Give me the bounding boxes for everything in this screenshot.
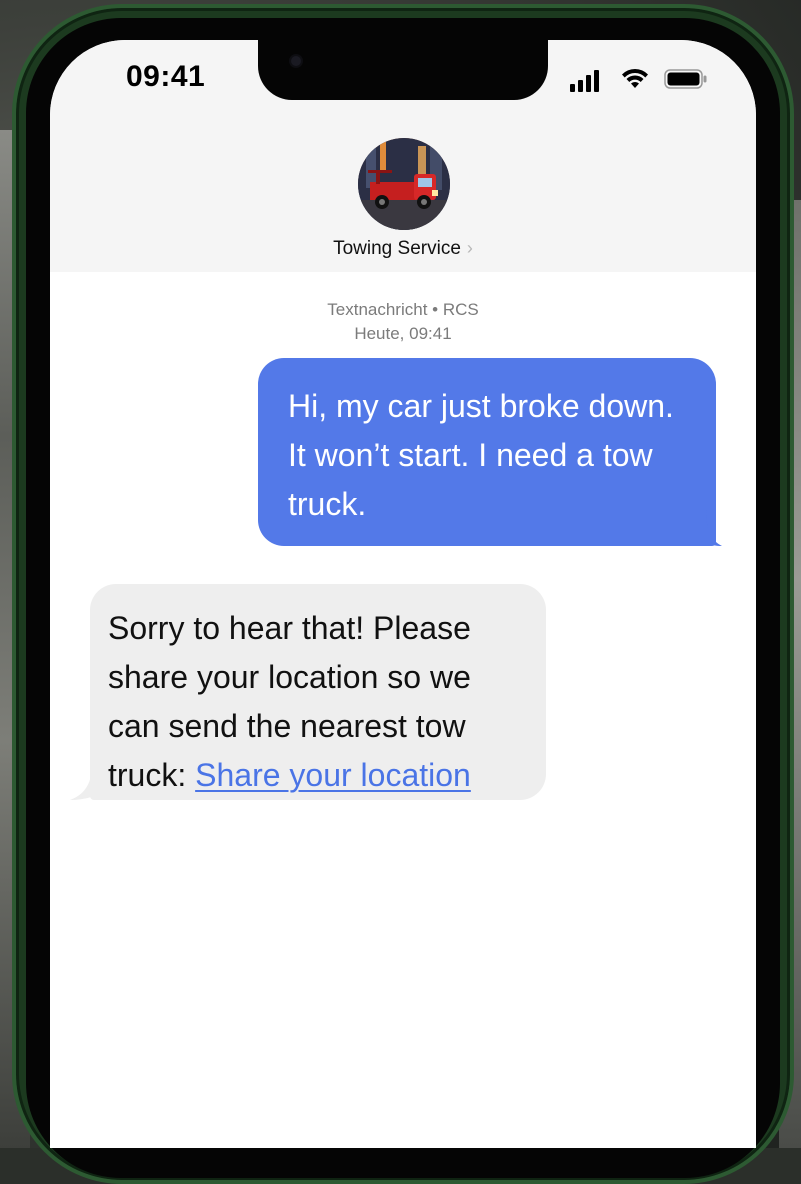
contact-name-row[interactable]: Towing Service › bbox=[50, 238, 756, 260]
wifi-icon bbox=[622, 68, 648, 88]
message-timestamp: Heute, 09:41 bbox=[354, 324, 452, 343]
tow-truck-avatar-icon bbox=[358, 138, 450, 230]
battery-icon bbox=[664, 69, 707, 89]
contact-avatar[interactable] bbox=[358, 138, 450, 230]
outgoing-message-text: Hi, my car just broke down. It won’t sta… bbox=[288, 388, 674, 522]
outgoing-bubble-tail bbox=[700, 510, 722, 546]
front-camera-icon bbox=[291, 56, 301, 66]
status-time: 09:41 bbox=[126, 60, 206, 93]
dynamic-notch bbox=[258, 40, 548, 100]
share-location-link[interactable]: Share your location bbox=[195, 757, 471, 793]
chevron-right-icon: › bbox=[466, 238, 473, 258]
status-icons bbox=[570, 66, 710, 92]
contact-name: Towing Service bbox=[333, 238, 461, 259]
incoming-bubble-tail bbox=[70, 764, 98, 800]
message-channel: Textnachricht • RCS bbox=[327, 300, 479, 319]
thread-meta: Textnachricht • RCS Heute, 09:41 bbox=[50, 298, 756, 346]
phone-screen: 09:41 Towing Service › Textnachricht • R… bbox=[50, 40, 756, 1148]
incoming-message-bubble[interactable]: Sorry to hear that! Please share your lo… bbox=[90, 584, 546, 800]
outgoing-message-bubble[interactable]: Hi, my car just broke down. It won’t sta… bbox=[258, 358, 716, 546]
